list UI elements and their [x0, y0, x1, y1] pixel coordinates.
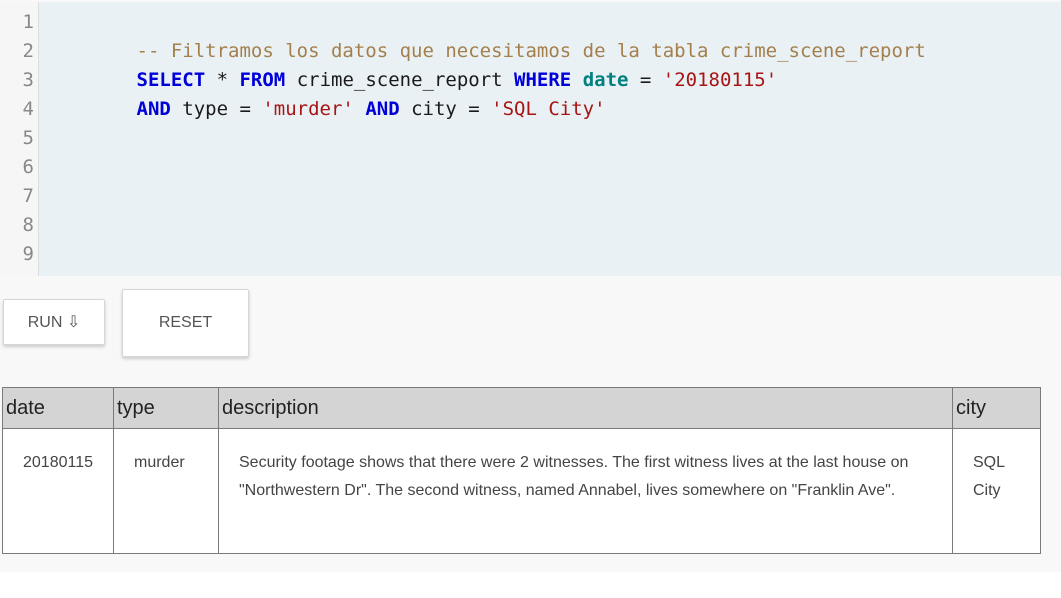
- line-number: 3: [22, 69, 34, 91]
- cell-description: Security footage shows that there were 2…: [218, 428, 953, 554]
- code-line-3[interactable]: AND type = 'murder' AND city = 'SQL City…: [45, 66, 606, 120]
- code-line-1[interactable]: -- Filtramos los datos que necesitamos d…: [45, 8, 926, 62]
- reset-button-label: RESET: [158, 314, 213, 331]
- sql-string-type: 'murder': [262, 98, 354, 120]
- line-number: 7: [22, 185, 34, 207]
- line-number: 2: [22, 40, 34, 62]
- sql-space: [354, 98, 365, 120]
- sql-string-city: 'SQL City': [491, 98, 606, 120]
- line-number: 1: [22, 11, 34, 33]
- cell-city: SQL City: [952, 428, 1041, 554]
- sql-exercise-panel: 1 2 3 4 5 6 7 8 9 -- Filtramos los datos…: [0, 0, 1061, 572]
- sql-keyword-and: AND: [365, 98, 400, 120]
- run-button[interactable]: RUN ⇩: [3, 299, 105, 345]
- code-line-2[interactable]: SELECT * FROM crime_scene_report WHERE d…: [45, 37, 778, 91]
- sql-operator: =: [628, 69, 663, 91]
- line-number-gutter: 1 2 3 4 5 6 7 8 9: [0, 2, 39, 276]
- column-header-description: description: [218, 387, 953, 429]
- line-number: 6: [22, 156, 34, 178]
- sql-column-city: city =: [399, 98, 492, 120]
- run-button-label: RUN ⇩: [27, 314, 81, 331]
- cell-type: murder: [113, 428, 219, 554]
- column-header-city: city: [952, 387, 1041, 429]
- table-row: 20180115 murder Security footage shows t…: [2, 428, 1041, 554]
- sql-string-date: '20180115': [662, 69, 778, 91]
- cell-date: 20180115: [2, 428, 114, 554]
- sql-keyword-and: AND: [136, 98, 171, 120]
- results-header-row: date type description city: [2, 387, 1041, 429]
- line-number: 8: [22, 214, 34, 236]
- sql-code-editor[interactable]: 1 2 3 4 5 6 7 8 9 -- Filtramos los datos…: [0, 2, 1061, 276]
- column-header-type: type: [113, 387, 219, 429]
- page: 1 2 3 4 5 6 7 8 9 -- Filtramos los datos…: [0, 0, 1061, 598]
- line-number: 4: [22, 98, 34, 120]
- results-table: date type description city 20180115 murd…: [2, 387, 1041, 554]
- reset-button[interactable]: RESET: [122, 289, 249, 357]
- column-header-date: date: [2, 387, 114, 429]
- sql-column-type: type =: [170, 98, 263, 120]
- line-number: 9: [22, 243, 34, 265]
- line-number: 5: [22, 127, 34, 149]
